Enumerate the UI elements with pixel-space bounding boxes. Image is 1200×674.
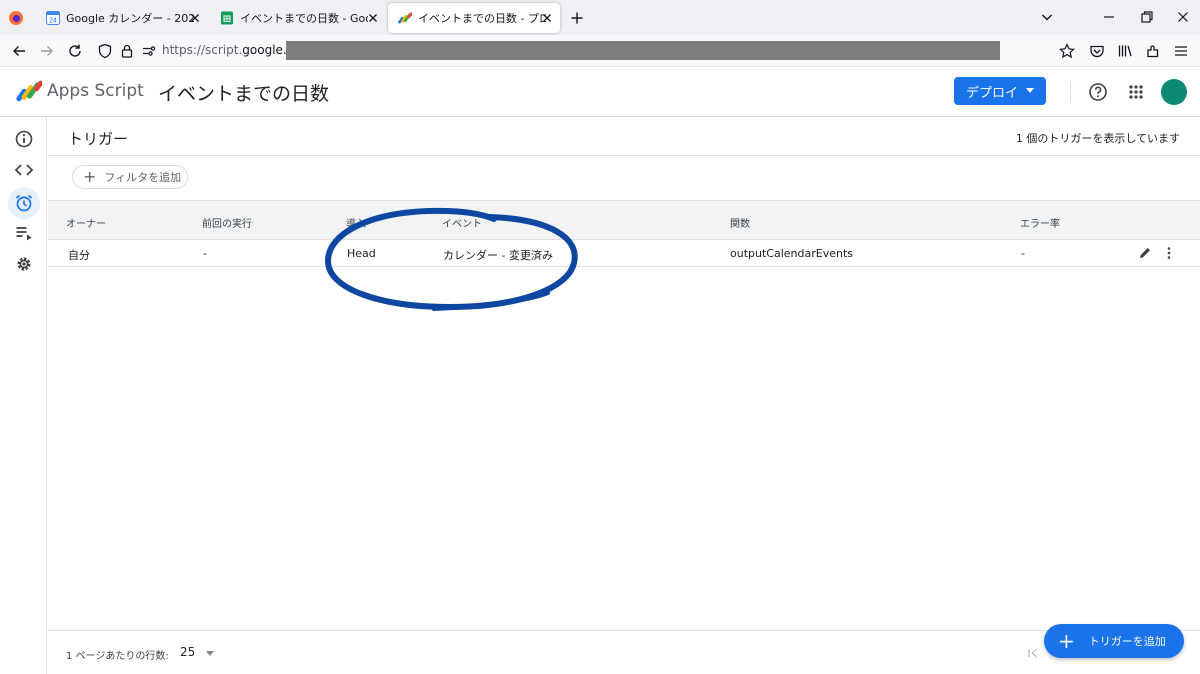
settings-gear-icon[interactable]	[14, 254, 34, 274]
cell-event: カレンダー - 変更済み	[443, 249, 553, 262]
lock-icon[interactable]	[118, 42, 136, 60]
add-filter-label: フィルタを追加	[104, 171, 182, 184]
app-menu-icon[interactable]	[1172, 42, 1190, 60]
tab-apps-script-project[interactable]: イベントまでの日数 - プロジェクトの	[388, 3, 560, 33]
extensions-icon[interactable]	[1144, 42, 1162, 60]
triggers-panel: トリガー 1 個のトリガーを表示しています + フィルタを追加 オーナー 前回の…	[48, 117, 1200, 674]
divider	[1070, 81, 1071, 103]
trigger-count-text: 1 個のトリガーを表示しています	[1015, 132, 1180, 145]
table-row[interactable]: 自分 - Head カレンダー - 変更済み outputCalendarEve…	[48, 240, 1200, 267]
add-filter-button[interactable]: + フィルタを追加	[72, 165, 188, 189]
column-header-event[interactable]: イベント	[442, 215, 482, 230]
back-arrow-icon[interactable]	[10, 42, 28, 60]
google-apps-grid-icon[interactable]	[1126, 82, 1146, 102]
rows-per-page-select[interactable]: 25	[180, 645, 195, 659]
cell-error-rate: -	[1021, 247, 1025, 260]
close-tab-icon[interactable]	[366, 11, 380, 25]
forward-arrow-icon[interactable]	[38, 42, 56, 60]
table-header: オーナー 前回の実行 導入 イベント 関数 エラー率	[48, 200, 1200, 240]
site-permissions-icon[interactable]	[140, 42, 158, 60]
close-tab-icon[interactable]	[540, 11, 554, 25]
page-title: トリガー	[68, 130, 129, 148]
cell-function: outputCalendarEvents	[730, 247, 853, 260]
column-header-error-rate[interactable]: エラー率	[1020, 215, 1060, 230]
overview-info-icon[interactable]	[14, 129, 34, 149]
pocket-icon[interactable]	[1088, 42, 1106, 60]
svg-text:24: 24	[49, 18, 57, 25]
plus-icon: +	[83, 167, 97, 186]
bookmark-star-icon[interactable]	[1058, 42, 1076, 60]
column-header-deployment[interactable]: 導入	[346, 215, 366, 230]
minimize-icon[interactable]	[1100, 8, 1118, 26]
column-header-last-run[interactable]: 前回の実行	[202, 215, 252, 230]
reload-icon[interactable]	[66, 42, 84, 60]
caret-down-icon[interactable]	[206, 651, 214, 656]
executions-list-icon[interactable]	[14, 223, 34, 243]
left-navigation-rail	[0, 117, 47, 674]
add-trigger-label: トリガーを追加	[1088, 635, 1166, 648]
avatar[interactable]	[1161, 79, 1187, 105]
plus-icon: +	[1058, 629, 1075, 653]
column-header-owner[interactable]: オーナー	[66, 215, 106, 230]
firefox-icon[interactable]	[8, 10, 24, 26]
project-title[interactable]: イベントまでの日数	[158, 79, 329, 106]
help-icon[interactable]	[1088, 82, 1108, 102]
restore-icon[interactable]	[1138, 8, 1156, 26]
pagination-footer: 1 ページあたりの行数: 25	[48, 630, 1200, 674]
first-page-icon[interactable]	[1026, 646, 1040, 660]
edit-pencil-icon[interactable]	[1138, 246, 1152, 260]
column-header-function[interactable]: 関数	[730, 215, 750, 230]
browser-navigation-bar: https://script.google.com/	[0, 35, 1200, 67]
triggers-alarm-icon[interactable]	[14, 193, 34, 213]
tab-google-sheets[interactable]: イベントまでの日数 - Google スプレ	[210, 3, 386, 33]
tab-title: イベントまでの日数 - Google スプレ	[240, 12, 368, 25]
brand-name[interactable]: Apps Script	[47, 81, 144, 101]
add-trigger-button[interactable]: + トリガーを追加	[1044, 624, 1184, 658]
cell-deployment: Head	[347, 247, 376, 260]
list-all-tabs-icon[interactable]	[1040, 10, 1054, 24]
browser-tab-bar: 24 Google カレンダー - 2023年 6月 2 イベントまでの日数 -…	[0, 0, 1200, 35]
apps-script-icon	[398, 12, 412, 24]
new-tab-icon[interactable]	[569, 10, 585, 26]
cell-last-run: -	[203, 247, 207, 260]
shield-icon[interactable]	[96, 42, 114, 60]
divider	[48, 155, 1200, 156]
rows-per-page-label: 1 ページあたりの行数:	[66, 651, 169, 662]
close-window-icon[interactable]	[1174, 8, 1192, 26]
library-icon[interactable]	[1116, 42, 1134, 60]
deploy-button[interactable]: デプロイ	[954, 77, 1046, 105]
apps-script-logo-icon[interactable]	[16, 79, 42, 103]
editor-code-icon[interactable]	[14, 160, 34, 180]
caret-down-icon	[1026, 88, 1034, 93]
app-header: Apps Script イベントまでの日数 デプロイ	[0, 67, 1200, 117]
tab-google-calendar[interactable]: 24 Google カレンダー - 2023年 6月 2	[36, 3, 208, 33]
redacted-url-region	[286, 41, 1000, 60]
tab-title: イベントまでの日数 - プロジェクトの	[418, 12, 546, 25]
google-calendar-icon: 24	[46, 11, 60, 25]
cell-owner: 自分	[68, 249, 90, 262]
tab-title: Google カレンダー - 2023年 6月 2	[66, 12, 194, 25]
google-sheets-icon	[221, 11, 233, 25]
close-tab-icon[interactable]	[188, 11, 202, 25]
deploy-button-label: デプロイ	[966, 85, 1019, 101]
more-vert-icon[interactable]	[1162, 246, 1176, 260]
